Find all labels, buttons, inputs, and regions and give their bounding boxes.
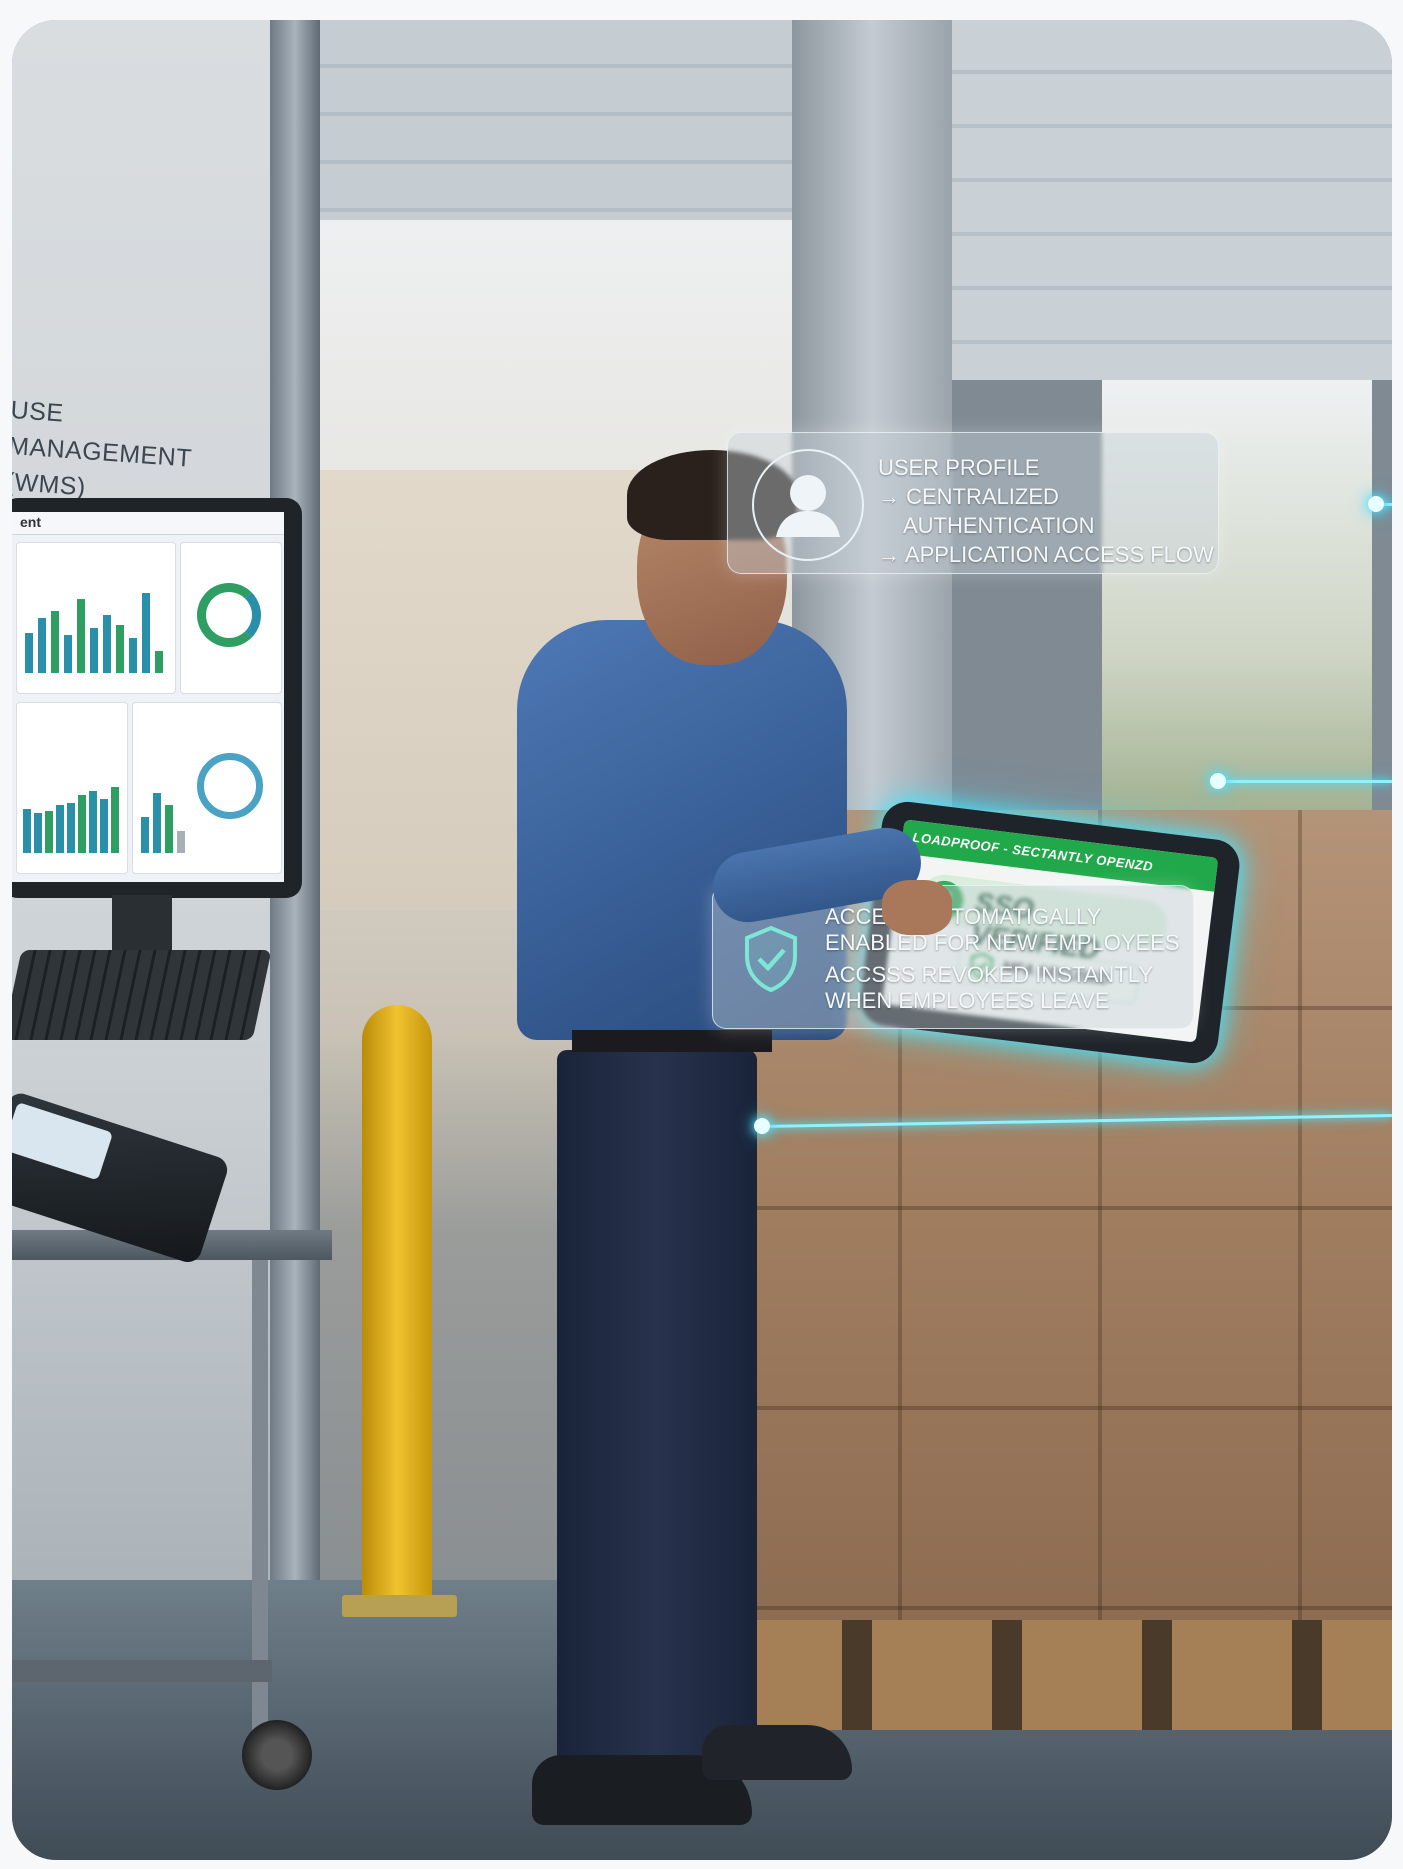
chart-bar — [56, 805, 64, 853]
chart-panel-3 — [132, 702, 282, 874]
donut-chart-1 — [197, 583, 261, 647]
roll-up-door-right — [952, 20, 1392, 380]
donut-chart-2 — [197, 753, 263, 819]
shield-check-icon — [745, 925, 797, 993]
connector-node-bottom — [754, 1118, 770, 1134]
access-line-4: WHEN EMPLOYEES LEAVE — [825, 988, 1110, 1013]
chart-bar — [111, 787, 119, 853]
person-belt — [572, 1030, 772, 1052]
chart-bar — [38, 618, 46, 673]
bar-chart-2 — [23, 743, 123, 853]
connector-node-profile — [1368, 496, 1384, 512]
person-pants — [557, 1050, 757, 1760]
chart-bar — [51, 611, 59, 673]
profile-line-1: USER PROFILE — [878, 455, 1040, 480]
profile-line-2: → CENTRALIZED — [878, 484, 1059, 509]
chart-bar — [141, 817, 149, 853]
keyboard — [12, 950, 272, 1040]
access-line-3: ACCSSS REVOKED INSTANTLY — [825, 962, 1154, 987]
yellow-bollard — [362, 1005, 432, 1605]
chart-bar — [129, 638, 137, 673]
access-line-1: ACCESS AUTOMATIGALLY — [825, 904, 1102, 929]
access-info-text: ACCESS AUTOMATIGALLY ENABLED FOR NEW EMP… — [825, 904, 1180, 1014]
chart-bar — [116, 625, 124, 673]
bar-chart-panel-2 — [16, 702, 128, 874]
chart-bar — [153, 793, 161, 853]
user-profile-text: USER PROFILE → CENTRALIZED AUTHENTICATIO… — [878, 453, 1214, 569]
bar-chart-3 — [141, 743, 191, 853]
chart-bar — [155, 651, 163, 673]
chart-bar — [77, 599, 85, 673]
chart-bar — [45, 811, 53, 853]
chart-bar — [165, 805, 173, 853]
chart-bar — [103, 615, 111, 673]
connector-node-tablet — [1210, 773, 1226, 789]
monitor-stand — [112, 895, 172, 950]
chart-bar — [34, 813, 42, 853]
chart-bar — [177, 831, 185, 853]
chart-bar — [78, 795, 86, 853]
access-line-2: ENABLED FOR NEW EMPLOYEES — [825, 930, 1180, 955]
connector-line-tablet — [1217, 780, 1392, 783]
wms-dashboard-screen: ent — [12, 512, 284, 882]
cart-wheel — [242, 1720, 312, 1790]
chart-bar — [142, 593, 150, 673]
chart-bar — [90, 628, 98, 673]
donut-panel-1 — [180, 542, 282, 694]
bar-chart-panel-1 — [16, 542, 176, 694]
chart-bar — [89, 791, 97, 853]
user-profile-card: USER PROFILE → CENTRALIZED AUTHENTICATIO… — [727, 432, 1219, 574]
profile-line-4: → APPLICATION ACCESS FLOW — [878, 542, 1214, 567]
cart-shelf — [12, 1660, 272, 1682]
chart-bar — [100, 799, 108, 853]
dashboard-header: ent — [12, 512, 284, 535]
profile-line-3: AUTHENTICATION — [903, 513, 1095, 538]
photo-frame: USE MANAGEMENT (WMS) DASHBOARD ent — [12, 20, 1392, 1860]
chart-bar — [25, 633, 33, 673]
person-shoe-right — [702, 1725, 852, 1780]
bollard-base — [342, 1595, 457, 1617]
user-avatar-icon — [752, 449, 864, 561]
dashboard-header-title: ent — [20, 514, 41, 530]
chart-bar — [67, 803, 75, 853]
wooden-pallet — [722, 1620, 1392, 1730]
user-silhouette-icon — [776, 475, 840, 537]
bar-chart-1 — [25, 563, 167, 673]
chart-bar — [23, 809, 31, 853]
person-hand — [882, 880, 952, 935]
chart-bar — [64, 635, 72, 673]
